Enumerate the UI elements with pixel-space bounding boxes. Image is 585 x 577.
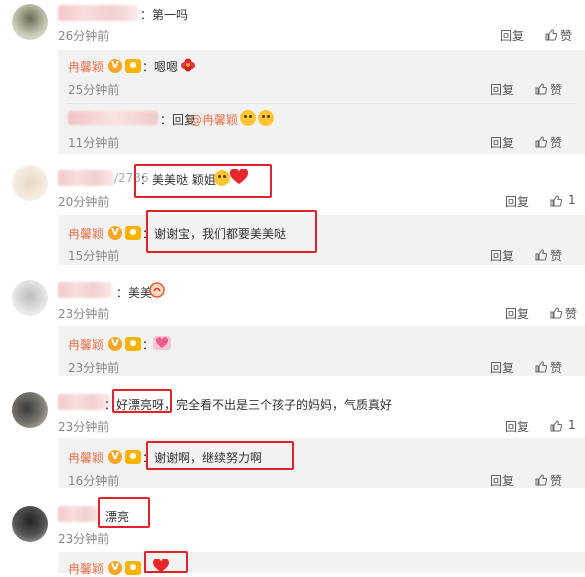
flower-emoji-icon — [181, 58, 195, 72]
comment-time: 20分钟前 — [58, 195, 110, 209]
reply-button[interactable]: 回复 — [500, 27, 524, 44]
like-button-label[interactable]: 赞 — [550, 81, 562, 98]
comment-text: ：美美 — [116, 286, 153, 300]
reply-time: 11分钟前 — [68, 136, 120, 150]
commenter-name-blurred[interactable] — [58, 394, 110, 410]
member-icon — [125, 450, 141, 464]
comment-time: 23分钟前 — [58, 307, 110, 321]
clapping-emoji-icon — [149, 282, 165, 298]
hearts-emoji-icon — [153, 336, 171, 350]
surprised-emoji-icon — [240, 110, 256, 126]
reply-author[interactable]: 冉馨颖 — [68, 449, 104, 466]
like-button-label[interactable]: 赞 — [550, 359, 562, 376]
reply-button[interactable]: 回复 — [505, 305, 529, 322]
highlight-box — [112, 389, 172, 413]
comment-time: 26分钟前 — [58, 29, 110, 43]
reply-button[interactable]: 回复 — [490, 359, 514, 376]
commenter-name-blurred[interactable] — [58, 282, 112, 298]
like-button-label[interactable]: 赞 — [550, 472, 562, 489]
like-button-label[interactable]: 赞 — [550, 134, 562, 151]
like-icon[interactable] — [545, 29, 557, 41]
reply-button[interactable]: 回复 — [490, 134, 514, 151]
commenter-avatar[interactable] — [12, 165, 48, 201]
like-button-label[interactable]: 赞 — [565, 305, 577, 322]
like-icon[interactable] — [550, 307, 562, 319]
reply-time: 23分钟前 — [68, 361, 120, 375]
reply-button[interactable]: 回复 — [505, 193, 529, 210]
comment-text: ：第一吗 — [140, 8, 189, 22]
reply-time: 15分钟前 — [68, 249, 120, 263]
commenter-name-blurred[interactable] — [58, 5, 138, 21]
like-icon[interactable] — [535, 83, 547, 95]
highlight-box — [146, 441, 294, 470]
comment-text: ，完全看不出是三个孩子的妈妈，气质真好 — [164, 398, 393, 412]
member-icon — [125, 226, 141, 240]
like-button-label[interactable]: 赞 — [560, 27, 572, 44]
reply-time: 16分钟前 — [68, 474, 120, 488]
comment-time: 23分钟前 — [58, 420, 110, 434]
like-icon[interactable] — [535, 474, 547, 486]
commenter-name-blurred[interactable] — [58, 170, 114, 186]
highlight-box — [134, 164, 272, 198]
reply-mention[interactable]: @冉馨颖 — [190, 111, 238, 128]
verified-icon: V — [108, 337, 122, 351]
verified-icon: V — [108, 59, 122, 73]
like-icon[interactable] — [535, 249, 547, 261]
like-icon[interactable] — [535, 361, 547, 373]
reply-author[interactable]: 冉馨颖 — [68, 336, 104, 353]
verified-icon: V — [108, 226, 122, 240]
highlight-box — [146, 210, 317, 253]
commenter-avatar[interactable] — [12, 280, 48, 316]
member-icon — [125, 59, 141, 73]
member-icon — [125, 337, 141, 351]
comment-time-partial: 23分钟前 — [58, 532, 110, 546]
commenter-avatar[interactable] — [12, 392, 48, 428]
like-count: 1 — [568, 418, 576, 432]
like-icon[interactable] — [550, 195, 562, 207]
commenter-name-blurred[interactable] — [58, 506, 100, 522]
reply-button[interactable]: 回复 — [490, 81, 514, 98]
reply-time: 25分钟前 — [68, 83, 120, 97]
replier-name-blurred[interactable] — [68, 111, 158, 125]
reply-text: ：嗯嗯 — [142, 60, 179, 74]
reply-button[interactable]: 回复 — [490, 247, 514, 264]
commenter-avatar[interactable] — [12, 506, 48, 542]
like-icon[interactable] — [535, 136, 547, 148]
highlight-box — [98, 497, 150, 528]
surprised-emoji-icon — [258, 110, 274, 126]
like-count: 1 — [568, 193, 576, 207]
reply-button[interactable]: 回复 — [505, 418, 529, 435]
like-button-label[interactable]: 赞 — [550, 247, 562, 264]
verified-icon: V — [108, 450, 122, 464]
reply-author[interactable]: 冉馨颖 — [68, 225, 104, 242]
reply-author[interactable]: 冉馨颖 — [68, 560, 104, 577]
highlight-box — [144, 551, 188, 573]
divider — [66, 103, 577, 104]
reply-button[interactable]: 回复 — [490, 472, 514, 489]
commenter-avatar[interactable] — [12, 4, 48, 40]
reply-author[interactable]: 冉馨颖 — [68, 58, 104, 75]
like-icon[interactable] — [550, 420, 562, 432]
